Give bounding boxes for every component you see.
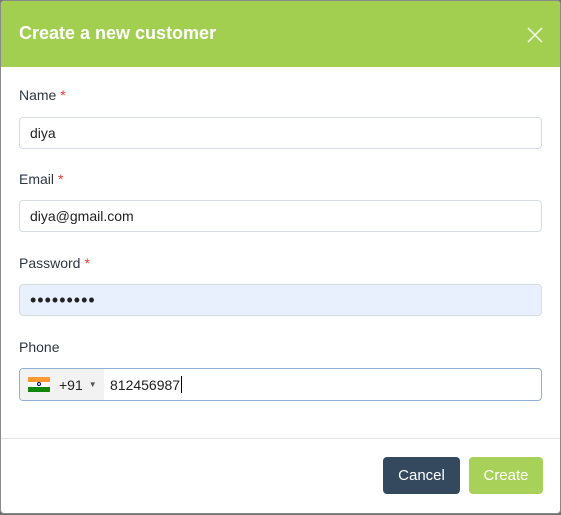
country-code: +91 [59,376,83,393]
modal-title: Create a new customer [19,23,217,43]
create-button[interactable]: Create [469,457,543,494]
email-label-text: Email [19,171,55,187]
phone-number-value: 812456987 [110,376,181,393]
caret-down-icon: ▼ [88,380,97,389]
required-marker: * [58,171,64,187]
required-marker: * [84,255,90,271]
required-marker: * [60,87,66,103]
footer-divider [1,438,560,439]
country-code-select[interactable]: +91 ▼ [20,369,104,400]
phone-label: Phone [19,339,59,355]
phone-label-text: Phone [19,339,60,355]
modal-header: Create a new customer [1,1,560,67]
create-customer-modal: Create a new customer Name * diya Email * … [0,0,561,514]
name-input-value: diya [30,125,56,141]
password-label-text: Password [19,255,81,271]
text-cursor [181,376,183,393]
name-label-text: Name [19,87,57,103]
name-input[interactable]: diya [19,117,542,149]
email-input[interactable]: diya@gmail.com [19,200,542,232]
email-input-value: diya@gmail.com [30,208,134,224]
password-input-value: ••••••••• [30,289,96,310]
cancel-button[interactable]: Cancel [383,457,460,494]
close-icon[interactable] [525,25,545,45]
password-label: Password * [19,255,90,271]
india-flag-icon [28,377,50,392]
email-label: Email * [19,171,63,187]
password-input[interactable]: ••••••••• [19,284,542,316]
phone-input[interactable]: +91 ▼ 812456987 [19,368,542,401]
name-label: Name * [19,87,66,103]
